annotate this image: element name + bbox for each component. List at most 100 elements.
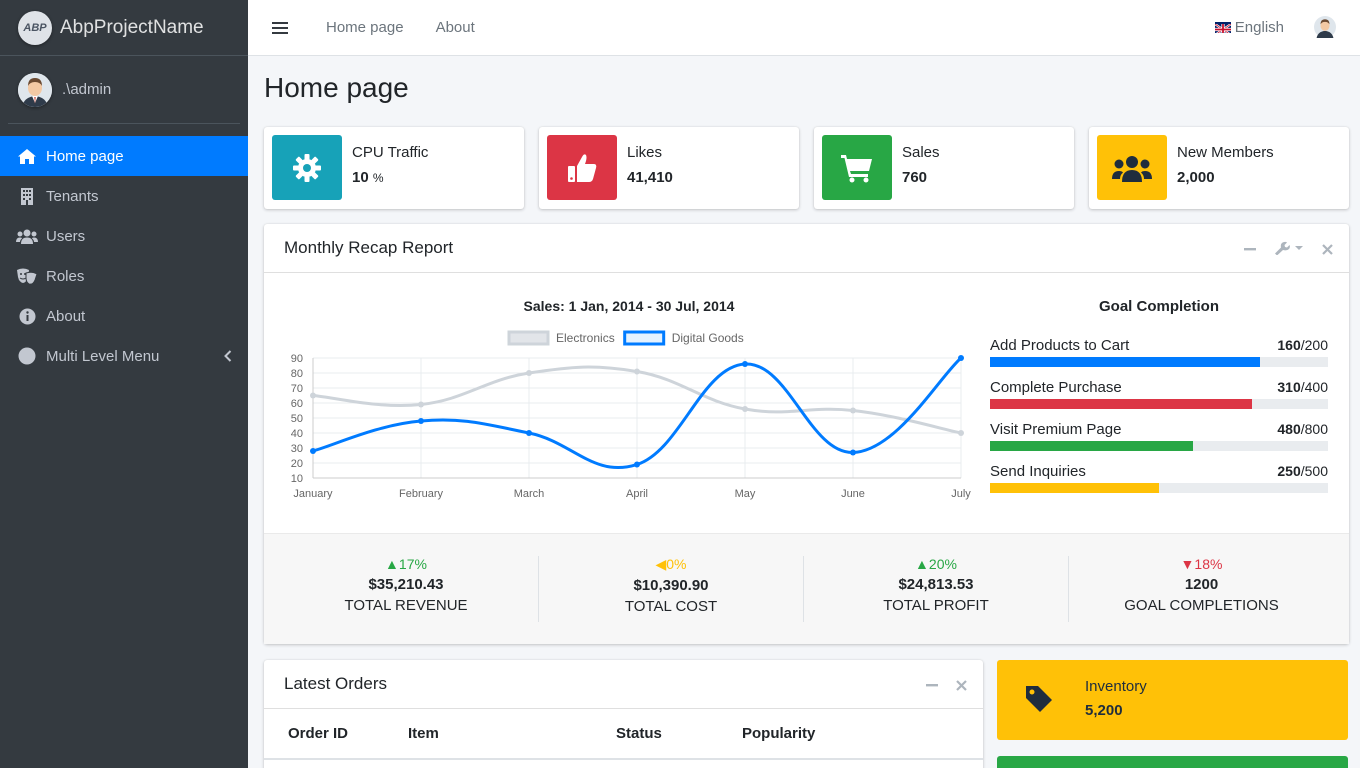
- user-menu-avatar[interactable]: [1314, 16, 1336, 38]
- x-tick-label: July: [951, 488, 971, 500]
- stat-goal-completions: ▼18% 1200 GOAL COMPLETIONS: [1069, 556, 1334, 622]
- stat-percentage: ▼18%: [1180, 556, 1223, 572]
- column-header-item[interactable]: Item: [408, 725, 439, 742]
- close-icon[interactable]: [956, 676, 967, 696]
- card-header: Monthly Recap Report: [264, 224, 1349, 273]
- goal-value: 250/500: [1277, 463, 1328, 479]
- language-label: English: [1234, 19, 1284, 36]
- data-point: [958, 355, 964, 361]
- info-box-label: CPU Traffic: [352, 144, 429, 161]
- stat-label: GOAL COMPLETIONS: [1124, 597, 1279, 614]
- tag-icon: [1024, 684, 1054, 718]
- theater-masks-icon: [16, 267, 38, 285]
- user-name[interactable]: .\admin: [62, 81, 111, 98]
- thumbs-up-icon: [547, 135, 617, 200]
- nav-link-about[interactable]: About: [436, 19, 475, 36]
- inventory-box[interactable]: Inventory 5,200: [997, 660, 1348, 740]
- goal-value: 480/800: [1277, 421, 1328, 437]
- goal-label: Visit Premium Page: [990, 421, 1122, 438]
- users-icon: [1097, 135, 1167, 200]
- card-footer: ▲17% $35,210.43 TOTAL REVENUE ◀0% $10,39…: [264, 533, 1349, 644]
- gear-icon: [272, 135, 342, 200]
- info-box-cpu-traffic: CPU Traffic 10 %: [264, 127, 524, 209]
- nav-link-home[interactable]: Home page: [326, 19, 404, 36]
- info-box-label: New Members: [1177, 144, 1274, 161]
- sidebar-item-tenants[interactable]: Tenants: [0, 176, 248, 216]
- stat-amount: 1200: [1184, 576, 1219, 593]
- card-title: Monthly Recap Report: [284, 238, 454, 257]
- data-point: [742, 361, 748, 367]
- info-box-value: 2,000: [1177, 169, 1215, 186]
- sidebar-item-multi-level-menu[interactable]: Multi Level Menu: [0, 336, 248, 376]
- brand-link[interactable]: ABP AbpProjectName: [0, 0, 248, 56]
- language-selector[interactable]: English: [1214, 19, 1284, 36]
- x-tick-label: June: [841, 488, 865, 500]
- brand-logo: ABP: [18, 10, 52, 45]
- stat-label: TOTAL PROFIT: [883, 597, 989, 614]
- inventory-label: Inventory: [1085, 678, 1147, 695]
- goal-progress-fill: [990, 441, 1193, 451]
- goal-label: Send Inquiries: [990, 463, 1086, 480]
- sidebar: ABP AbpProjectName .\admin Home page Ten…: [0, 0, 248, 768]
- goal-progress-item: Visit Premium Page 480/800: [990, 421, 1328, 451]
- uk-flag-icon: [1214, 22, 1231, 33]
- goal-label: Add Products to Cart: [990, 337, 1130, 354]
- data-point: [742, 406, 748, 412]
- caret-down-icon: ▼: [1180, 556, 1195, 572]
- sidebar-item-home[interactable]: Home page: [0, 136, 248, 176]
- sidebar-item-users[interactable]: Users: [0, 216, 248, 256]
- sidebar-nav: Home page Tenants Users Roles About Mult…: [0, 136, 248, 376]
- y-tick-label: 20: [291, 458, 303, 470]
- data-point: [526, 370, 532, 376]
- user-panel: .\admin: [8, 56, 240, 124]
- x-tick-label: April: [626, 488, 648, 500]
- info-box-label: Likes: [627, 144, 663, 161]
- data-point: [634, 461, 640, 468]
- sidebar-item-about[interactable]: About: [0, 296, 248, 336]
- chevron-left-icon: [224, 349, 232, 366]
- goal-label: Complete Purchase: [990, 379, 1122, 396]
- goal-progress-bar: [990, 357, 1328, 367]
- circle-icon: [16, 347, 38, 365]
- column-header-order-id[interactable]: Order ID: [288, 725, 348, 742]
- goal-progress-fill: [990, 483, 1159, 493]
- sidebar-item-label: Users: [46, 227, 86, 245]
- card-tools: [1226, 240, 1333, 260]
- goal-progress-item: Complete Purchase 310/400: [990, 379, 1328, 409]
- goal-progress-fill: [990, 399, 1252, 409]
- chart-title: Sales: 1 Jan, 2014 - 30 Jul, 2014: [523, 298, 735, 314]
- monthly-recap-card: Monthly Recap Report Sales: 1 Jan, 2014 …: [264, 224, 1349, 644]
- collapse-icon[interactable]: [926, 676, 938, 696]
- wrench-dropdown-icon[interactable]: [1274, 240, 1304, 260]
- menu-toggle-icon[interactable]: [272, 19, 288, 37]
- data-point: [418, 401, 424, 408]
- sidebar-item-label: Multi Level Menu: [46, 347, 160, 365]
- y-tick-label: 50: [291, 413, 303, 425]
- card-header: Latest Orders: [264, 660, 983, 709]
- y-tick-label: 60: [291, 398, 303, 410]
- building-icon: [16, 187, 38, 205]
- next-info-box: [997, 756, 1348, 768]
- close-icon[interactable]: [1322, 240, 1333, 260]
- goal-value: 310/400: [1277, 379, 1328, 395]
- sidebar-item-roles[interactable]: Roles: [0, 256, 248, 296]
- y-tick-label: 40: [291, 428, 303, 440]
- data-point: [634, 368, 640, 375]
- data-point: [850, 407, 856, 414]
- info-box-label: Sales: [902, 144, 940, 161]
- goal-value: 160/200: [1277, 337, 1328, 353]
- y-tick-label: 70: [291, 383, 303, 395]
- legend-label: Electronics: [556, 331, 615, 345]
- column-header-popularity[interactable]: Popularity: [742, 725, 815, 742]
- stat-amount: $10,390.90: [633, 577, 709, 594]
- latest-orders-card: Latest Orders Order ID Item Status Popul…: [264, 660, 983, 768]
- column-header-status[interactable]: Status: [616, 725, 662, 742]
- collapse-icon[interactable]: [1244, 240, 1256, 260]
- stat-percentage: ▲17%: [385, 556, 427, 572]
- stat-total-cost: ◀0% $10,390.90 TOTAL COST: [539, 556, 804, 622]
- goal-progress-item: Send Inquiries 250/500: [990, 463, 1328, 493]
- info-box-value: 760: [902, 169, 928, 186]
- y-tick-label: 90: [291, 353, 303, 365]
- legend-swatch: [507, 330, 550, 346]
- stat-percentage: ▲20%: [915, 556, 957, 572]
